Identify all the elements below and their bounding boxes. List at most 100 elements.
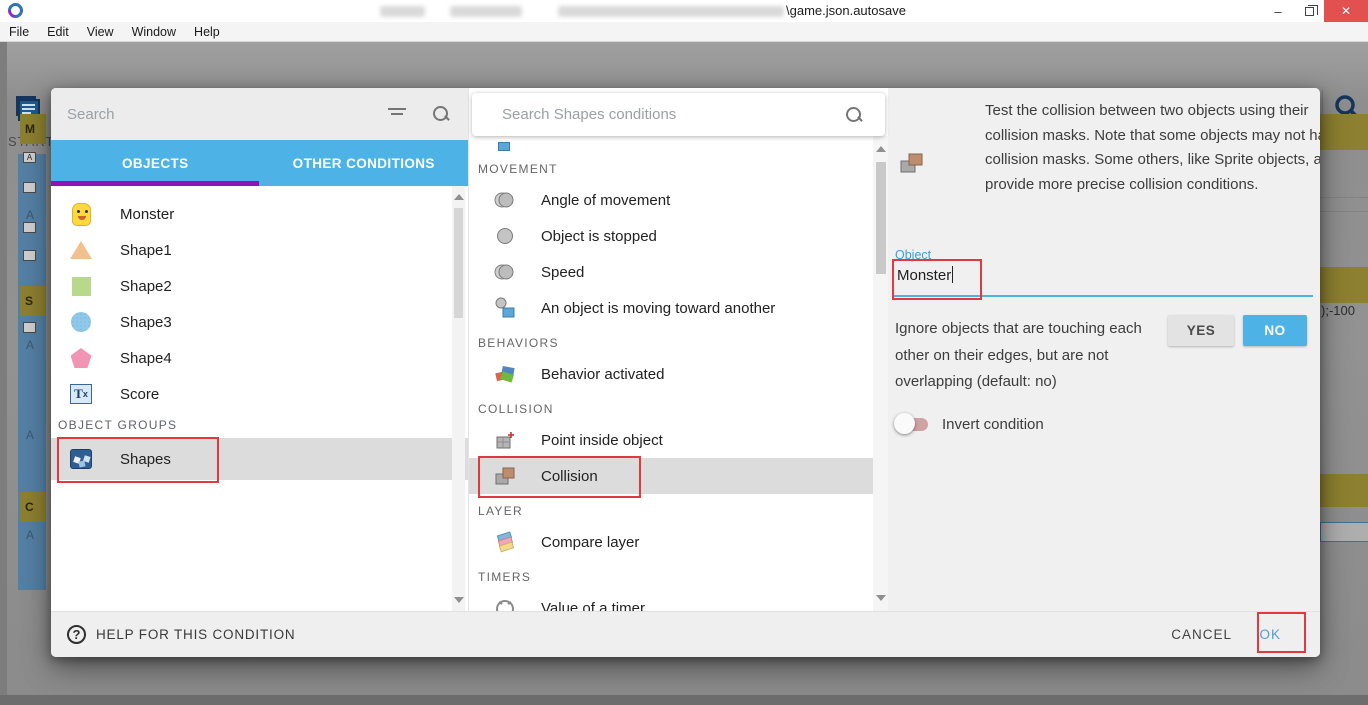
object-search-input[interactable]: Search [67, 106, 115, 123]
clipped-list-item [469, 136, 873, 152]
background-selected-row [1320, 522, 1368, 542]
section-header-movement: MOVEMENT [469, 152, 873, 182]
menu-edit[interactable]: Edit [38, 25, 78, 39]
condition-behavior-activated[interactable]: Behavior activated [469, 356, 873, 392]
object-search-bar[interactable]: Search [51, 88, 468, 140]
timer-icon [493, 597, 517, 611]
triangle-shape-icon [68, 241, 94, 259]
pentagon-shape-icon [68, 348, 94, 368]
title-bar: \game.json.autosave – ✕ [0, 0, 1368, 22]
object-selector-panel: Search OBJECTS OTHER CONDITIONS Monster … [51, 88, 468, 611]
scroll-down-icon[interactable] [454, 597, 464, 603]
object-row-monster[interactable]: Monster [51, 196, 468, 232]
redacted-title-segment [450, 6, 522, 17]
dialog-footer: ? HELP FOR THIS CONDITION CANCEL OK [51, 611, 1320, 657]
background-event-cell [23, 182, 36, 193]
layers-icon [493, 531, 517, 553]
restore-icon [1305, 7, 1314, 16]
condition-point-inside-object[interactable]: Point inside object [469, 422, 873, 458]
menu-window[interactable]: Window [123, 25, 185, 39]
section-header-layer: LAYER [469, 494, 873, 524]
condition-list-scrollbar[interactable] [873, 136, 889, 611]
help-icon[interactable]: ? [67, 625, 86, 644]
background-event-cell [23, 222, 36, 233]
no-button[interactable]: NO [1243, 315, 1307, 346]
condition-list-panel: MOVEMENT Angle of movement Object is sto… [468, 88, 888, 611]
condition-object-is-stopped[interactable]: Object is stopped [469, 218, 873, 254]
menu-file[interactable]: File [0, 25, 38, 39]
search-icon[interactable] [845, 106, 863, 124]
background-event-cell [23, 322, 36, 333]
object-row-score[interactable]: Tx Score [51, 376, 468, 412]
cancel-button[interactable]: CANCEL [1171, 627, 1232, 642]
tab-other-conditions[interactable]: OTHER CONDITIONS [260, 140, 469, 186]
help-link[interactable]: HELP FOR THIS CONDITION [96, 627, 295, 642]
background-event-cell: M [20, 114, 46, 144]
background-event-band [1320, 114, 1368, 150]
condition-collision[interactable]: Collision [469, 458, 873, 494]
moving-toward-icon [493, 297, 517, 319]
background-panel-edge [0, 42, 7, 705]
object-row-shape2[interactable]: Shape2 [51, 268, 468, 304]
background-event-band [1320, 474, 1368, 507]
text-cursor [952, 266, 953, 283]
condition-angle-of-movement[interactable]: Angle of movement [469, 182, 873, 218]
invert-condition-toggle[interactable] [894, 413, 930, 435]
object-field-underline [894, 295, 1313, 297]
restore-button[interactable] [1294, 0, 1324, 22]
condition-speed[interactable]: Speed [469, 254, 873, 290]
background-event-cell: A [26, 428, 34, 442]
minimize-button[interactable]: – [1262, 0, 1294, 22]
scroll-up-icon[interactable] [876, 146, 886, 152]
redacted-title-segment [380, 6, 425, 17]
invert-condition-label: Invert condition [942, 416, 1044, 433]
section-header-collision: COLLISION [469, 392, 873, 422]
stopped-object-icon [493, 226, 517, 246]
object-row-shape3[interactable]: Shape3 [51, 304, 468, 340]
object-groups-header: OBJECT GROUPS [51, 412, 468, 438]
object-list-scrollbar[interactable] [452, 186, 465, 611]
object-row-shape4[interactable]: Shape4 [51, 340, 468, 376]
background-event-cell: A [26, 208, 34, 222]
scroll-down-icon[interactable] [876, 595, 886, 601]
condition-compare-layer[interactable]: Compare layer [469, 524, 873, 560]
ok-button[interactable]: OK [1259, 627, 1281, 642]
scrollbar-thumb[interactable] [876, 162, 886, 274]
condition-search-input[interactable]: Search Shapes conditions [502, 106, 676, 123]
condition-list: MOVEMENT Angle of movement Object is sto… [469, 136, 873, 611]
circle-shape-icon [68, 312, 94, 332]
menu-help[interactable]: Help [185, 25, 229, 39]
square-shape-icon [68, 277, 94, 296]
point-inside-icon [493, 429, 517, 451]
object-list: Monster Shape1 Shape2 Shape3 Shape4 [51, 186, 468, 611]
application-window: \game.json.autosave – ✕ File Edit View W… [0, 0, 1368, 705]
condition-value-of-timer[interactable]: Value of a timer [469, 590, 873, 611]
condition-search-bar[interactable]: Search Shapes conditions [472, 93, 885, 136]
search-icon[interactable] [432, 105, 450, 123]
invert-condition-row: Invert condition [894, 413, 1044, 435]
close-button[interactable]: ✕ [1324, 0, 1368, 22]
menu-view[interactable]: View [78, 25, 123, 39]
group-row-shapes[interactable]: Shapes [51, 438, 468, 480]
object-field-input[interactable]: Monster [897, 266, 953, 284]
yes-button[interactable]: YES [1168, 315, 1234, 346]
scrollbar-thumb[interactable] [454, 208, 463, 318]
scroll-up-icon[interactable] [454, 194, 464, 200]
condition-parameters-panel: Test the collision between two objects u… [888, 88, 1320, 611]
collision-icon [493, 465, 517, 487]
background-row-divider [1320, 211, 1368, 212]
background-code-snippet: );-100 [1321, 303, 1355, 318]
tab-objects[interactable]: OBJECTS [51, 140, 260, 186]
condition-moving-toward[interactable]: An object is moving toward another [469, 290, 873, 326]
background-row-divider [1320, 197, 1368, 198]
background-event-cell: A [26, 338, 34, 352]
object-field-label: Object [895, 248, 931, 262]
background-event-cell: S [20, 286, 46, 316]
filter-icon[interactable] [388, 108, 406, 118]
object-row-shape1[interactable]: Shape1 [51, 232, 468, 268]
gdevelop-logo-icon [5, 0, 26, 21]
menu-bar: File Edit View Window Help [0, 22, 1368, 42]
background-event-cell: A [26, 528, 34, 542]
movement-angle-icon [493, 190, 517, 210]
redacted-title-segment [558, 6, 784, 17]
